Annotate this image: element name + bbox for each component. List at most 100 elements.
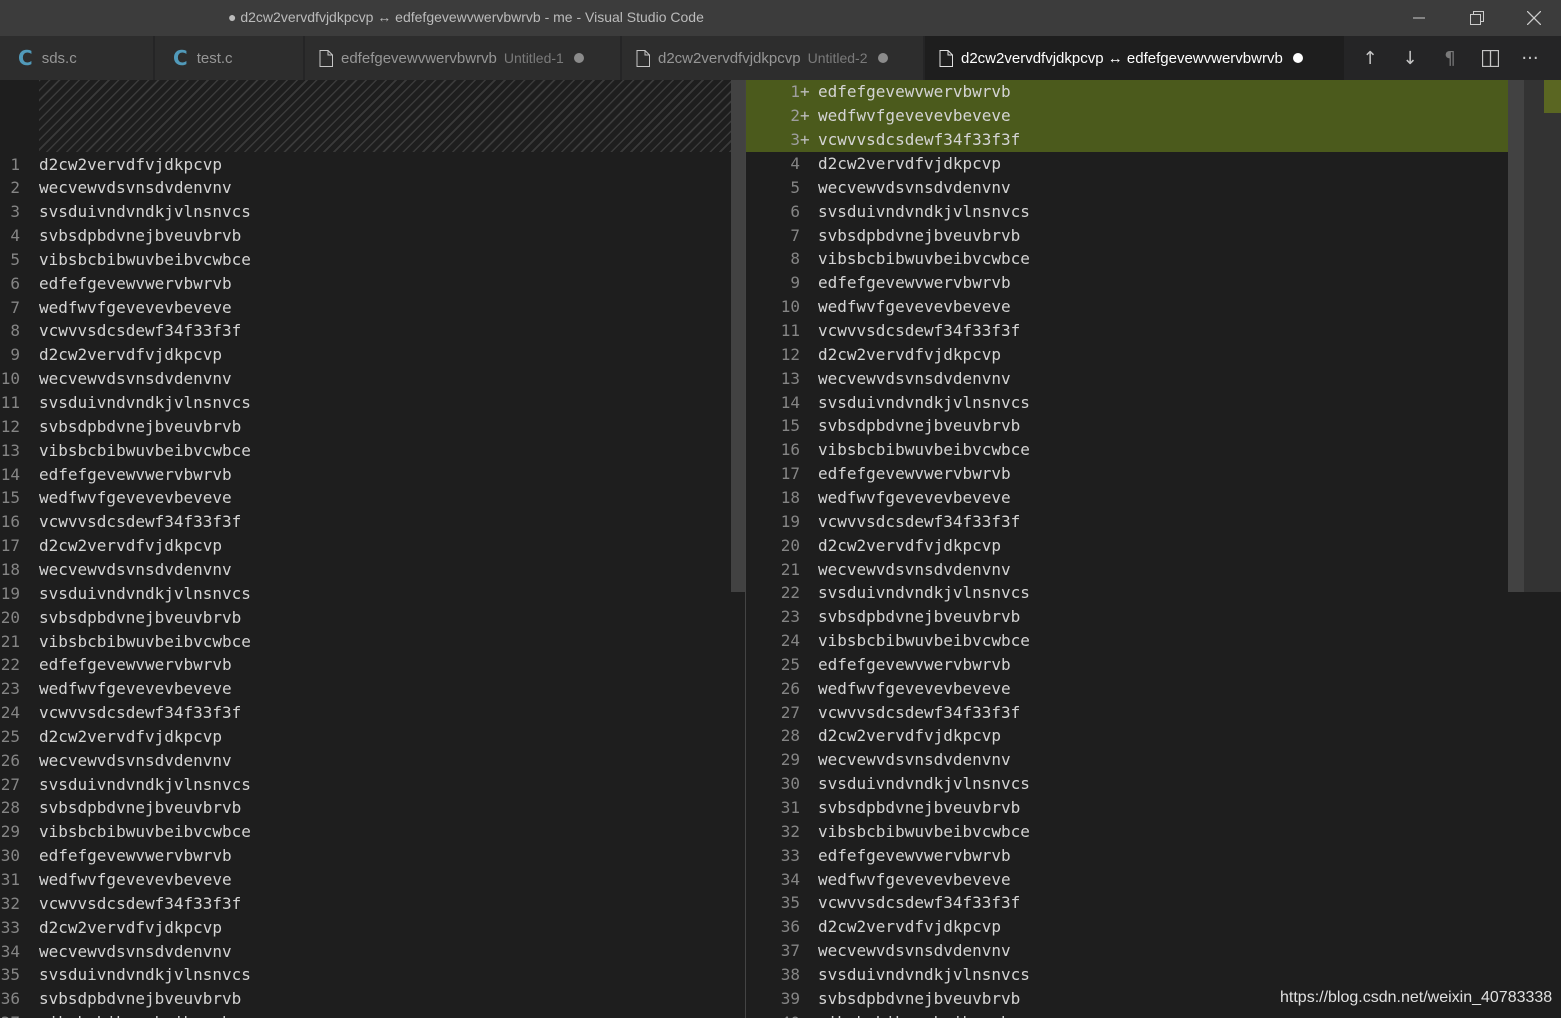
code-line[interactable]: 6 svsduivndvndkjvlnsnvcs [746,200,1508,224]
right-editor-scrollbar[interactable] [1508,80,1524,592]
code-line[interactable]: 27 svsduivndvndkjvlnsnvcs [0,773,731,797]
code-line[interactable]: 15 wedfwvfgevevevbeveve [0,486,731,510]
code-line[interactable]: 38 svsduivndvndkjvlnsnvcs [746,963,1508,987]
tab-test-c[interactable]: C test.c [155,36,304,80]
line-number: 17 [0,536,20,556]
code-line[interactable]: 16 vibsbcbibwuvbeibvcwbce [746,438,1508,462]
code-line[interactable]: 13 wecvewvdsvnsdvdenvnv [746,367,1508,391]
code-line[interactable]: 32 vcwvvsdcsdewf34f33f3f [0,892,731,916]
inserted-code-line[interactable]: 1 + edfefgevewvwervbwrvb [746,80,1508,104]
code-line[interactable]: 34 wedfwvfgevevevbeveve [746,868,1508,892]
code-line[interactable]: 24 vibsbcbibwuvbeibvcwbce [746,629,1508,653]
tab-diff-active[interactable]: d2cw2vervdfvjdkpcvp ↔ edfefgevewvwervbwr… [925,36,1345,80]
code-line[interactable]: 12 d2cw2vervdfvjdkpcvp [746,343,1508,367]
diff-overview-ruler[interactable] [1524,80,1561,1018]
code-line[interactable]: 2 wecvewvdsvnsdvdenvnv [0,176,731,200]
code-line[interactable]: 26 wecvewvdsvnsdvdenvnv [0,749,731,773]
minimize-button[interactable] [1396,0,1442,36]
line-text: svbsdpbdvnejbveuvbrvb [39,798,242,818]
dirty-indicator-icon[interactable] [573,53,584,63]
inserted-code-line[interactable]: 3 + vcwvvsdcsdewf34f33f3f [746,127,1508,152]
code-line[interactable]: 25 edfefgevewvwervbwrvb [746,653,1508,677]
code-line[interactable]: 14 svsduivndvndkjvlnsnvcs [746,391,1508,415]
code-line[interactable]: 33 edfefgevewvwervbwrvb [746,844,1508,868]
code-line[interactable]: 33 d2cw2vervdfvjdkpcvp [0,916,731,940]
code-line[interactable]: 35 svsduivndvndkjvlnsnvcs [0,963,731,987]
more-actions-button[interactable]: ··· [1514,42,1546,74]
code-line[interactable]: 13 vibsbcbibwuvbeibvcwbce [0,439,731,463]
code-line[interactable]: 20 d2cw2vervdfvjdkpcvp [746,534,1508,558]
code-line[interactable]: 28 svbsdpbdvnejbveuvbrvb [0,796,731,820]
code-line[interactable]: 28 d2cw2vervdfvjdkpcvp [746,724,1508,748]
code-line[interactable]: 19 vcwvvsdcsdewf34f33f3f [746,510,1508,534]
code-line[interactable]: 9 edfefgevewvwervbwrvb [746,271,1508,295]
code-line[interactable]: 32 vibsbcbibwuvbeibvcwbce [746,820,1508,844]
code-line[interactable]: 21 vibsbcbibwuvbeibvcwbce [0,630,731,654]
code-line[interactable]: 17 d2cw2vervdfvjdkpcvp [0,534,731,558]
code-line[interactable]: 15 svbsdpbdvnejbveuvbrvb [746,414,1508,438]
code-line[interactable]: 6 edfefgevewvwervbwrvb [0,272,731,296]
code-line[interactable]: 10 wedfwvfgevevevbeveve [746,295,1508,319]
code-line[interactable]: 3 svsduivndvndkjvlnsnvcs [0,200,731,224]
code-line[interactable]: 24 vcwvvsdcsdewf34f33f3f [0,701,731,725]
dirty-indicator-icon[interactable] [877,53,888,63]
code-line[interactable]: 18 wedfwvfgevevevbeveve [746,486,1508,510]
code-line[interactable]: 21 wecvewvdsvnsdvdenvnv [746,558,1508,582]
code-line[interactable]: 8 vibsbcbibwuvbeibvcwbce [746,247,1508,271]
code-line[interactable]: 11 svsduivndvndkjvlnsnvcs [0,391,731,415]
diff-original-editor[interactable]: 1 d2cw2vervdfvjdkpcvp 2 wecvewvdsvnsdvdenvn… [0,80,731,1018]
code-line[interactable]: 11 vcwvvsdcsdewf34f33f3f [746,319,1508,343]
code-line[interactable]: 31 wedfwvfgevevevbeveve [0,868,731,892]
code-line[interactable]: 1 d2cw2vervdfvjdkpcvp [0,153,731,177]
toggle-whitespace-button[interactable]: ¶ [1434,42,1466,74]
code-line[interactable]: 36 svbsdpbdvnejbveuvbrvb [0,987,731,1011]
dirty-indicator-icon[interactable] [1292,53,1303,63]
code-line[interactable]: 34 wecvewvdsvnsdvdenvnv [0,940,731,964]
inserted-code-line[interactable]: 2 + wedfwvfgevevevbeveve [746,103,1508,128]
code-line[interactable]: 23 svbsdpbdvnejbveuvbrvb [746,605,1508,629]
code-line[interactable]: 36 d2cw2vervdfvjdkpcvp [746,915,1508,939]
restore-button[interactable] [1454,0,1500,36]
code-line[interactable]: 17 edfefgevewvwervbwrvb [746,462,1508,486]
code-line[interactable]: 30 edfefgevewvwervbwrvb [0,844,731,868]
code-line[interactable]: 14 edfefgevewvwervbwrvb [0,463,731,487]
left-editor-scrollbar[interactable] [731,80,745,592]
code-line[interactable]: 29 vibsbcbibwuvbeibvcwbce [0,820,731,844]
previous-change-button[interactable]: ↑ [1354,42,1386,74]
code-line[interactable]: 8 vcwvvsdcsdewf34f33f3f [0,319,731,343]
code-line[interactable]: 29 wecvewvdsvnsdvdenvnv [746,748,1508,772]
code-line[interactable]: 30 svsduivndvndkjvlnsnvcs [746,772,1508,796]
code-line[interactable]: 31 svbsdpbdvnejbveuvbrvb [746,796,1508,820]
code-line[interactable]: 22 svsduivndvndkjvlnsnvcs [746,581,1508,605]
tab-label: test.c [196,49,233,67]
code-line[interactable]: 37 vibsbcbibwuvbeibvcwbce [0,1011,731,1018]
close-button[interactable] [1511,0,1557,36]
code-line[interactable]: 20 svbsdpbdvnejbveuvbrvb [0,606,731,630]
code-line[interactable]: 5 wecvewvdsvnsdvdenvnv [746,176,1508,200]
code-line[interactable]: 26 wedfwvfgevevevbeveve [746,677,1508,701]
code-line[interactable]: 27 vcwvvsdcsdewf34f33f3f [746,701,1508,725]
tab-sds-c[interactable]: C sds.c [0,36,154,80]
code-line[interactable]: 37 wecvewvdsvnsdvdenvnv [746,939,1508,963]
code-line[interactable]: 9 d2cw2vervdfvjdkpcvp [0,343,731,367]
tab-untitled-1[interactable]: edfefgevewvwervbwrvb Untitled-1 [305,36,621,80]
code-line[interactable]: 12 svbsdpbdvnejbveuvbrvb [0,415,731,439]
code-line[interactable]: 16 vcwvvsdcsdewf34f33f3f [0,510,731,534]
code-line[interactable]: 7 svbsdpbdvnejbveuvbrvb [746,224,1508,248]
code-line[interactable]: 22 edfefgevewvwervbwrvb [0,653,731,677]
code-line[interactable]: 40 vibsbcbibwuvbeibvcwbce [746,1011,1508,1018]
next-change-button[interactable]: ↓ [1394,42,1426,74]
code-line[interactable]: 25 d2cw2vervdfvjdkpcvp [0,725,731,749]
code-line[interactable]: 5 vibsbcbibwuvbeibvcwbce [0,248,731,272]
diff-modified-editor[interactable]: 1 + edfefgevewvwervbwrvb 2 + wedfwvfgevevevbe… [746,80,1508,1018]
code-line[interactable]: 4 svbsdpbdvnejbveuvbrvb [0,224,731,248]
code-line[interactable]: 4 d2cw2vervdfvjdkpcvp [746,152,1508,176]
code-line[interactable]: 19 svsduivndvndkjvlnsnvcs [0,582,731,606]
code-line[interactable]: 35 vcwvvsdcsdewf34f33f3f [746,891,1508,915]
tab-untitled-2[interactable]: d2cw2vervdfvjdkpcvp Untitled-2 [622,36,924,80]
code-line[interactable]: 18 wecvewvdsvnsdvdenvnv [0,558,731,582]
code-line[interactable]: 7 wedfwvfgevevevbeveve [0,296,731,320]
code-line[interactable]: 23 wedfwvfgevevevbeveve [0,677,731,701]
split-editor-button[interactable] [1474,42,1506,74]
code-line[interactable]: 10 wecvewvdsvnsdvdenvnv [0,367,731,391]
